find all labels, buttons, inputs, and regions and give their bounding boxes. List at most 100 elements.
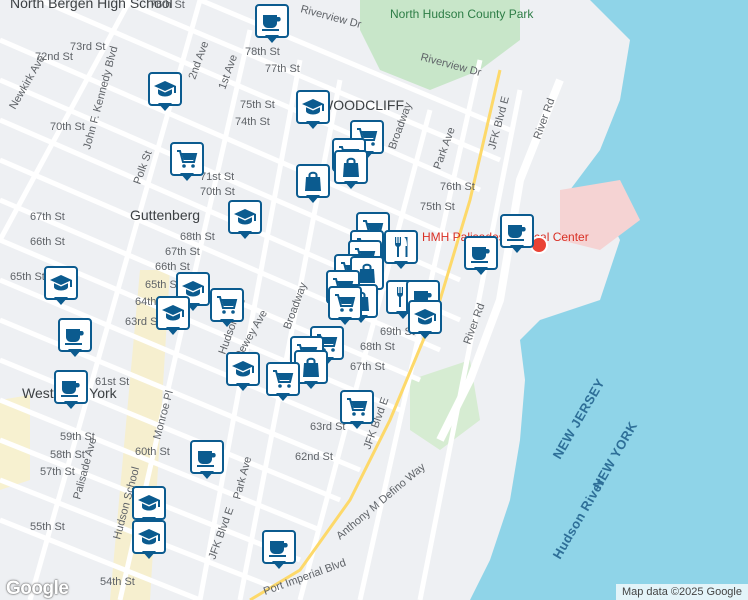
pin-tail: [54, 297, 68, 305]
pin-tail: [166, 327, 180, 335]
svg-text:62nd St: 62nd St: [295, 451, 333, 463]
svg-text:57th St: 57th St: [40, 466, 75, 478]
shopping-cart-pin[interactable]: [210, 288, 244, 328]
shopping-bag-icon: [334, 150, 368, 184]
pin-tail: [306, 121, 320, 129]
pin-tail: [238, 231, 252, 239]
shopping-cart-pin[interactable]: [340, 390, 374, 430]
coffee-icon: [500, 214, 534, 248]
shopping-cart-pin[interactable]: [266, 362, 300, 402]
pin-tail: [474, 267, 488, 275]
pin-tail: [142, 551, 156, 559]
coffee-pin[interactable]: [262, 530, 296, 570]
pin-tail: [68, 349, 82, 357]
coffee-pin[interactable]: [500, 214, 534, 254]
svg-text:75th St: 75th St: [420, 201, 455, 213]
map-attribution[interactable]: Map data ©2025 Google: [615, 584, 748, 600]
pin-tail: [276, 393, 290, 401]
svg-text:74th St: 74th St: [235, 116, 270, 128]
school-pin[interactable]: [408, 300, 442, 340]
svg-text:River Rd: River Rd: [532, 97, 558, 141]
pin-tail: [64, 401, 78, 409]
pin-tail: [200, 471, 214, 479]
school-icon: [148, 72, 182, 106]
school-pin[interactable]: [44, 266, 78, 306]
shopping-bag-pin[interactable]: [296, 164, 330, 204]
svg-text:70th St: 70th St: [200, 186, 235, 198]
svg-text:58th St: 58th St: [50, 449, 85, 461]
coffee-pin[interactable]: [255, 4, 289, 44]
coffee-icon: [58, 318, 92, 352]
pin-tail: [272, 561, 286, 569]
coffee-pin[interactable]: [54, 370, 88, 410]
coffee-pin[interactable]: [190, 440, 224, 480]
pin-tail: [158, 103, 172, 111]
pin-tail: [350, 421, 364, 429]
svg-text:76th St: 76th St: [440, 181, 475, 193]
svg-text:67th St: 67th St: [350, 361, 385, 373]
pin-tail: [510, 245, 524, 253]
svg-text:76th St: 76th St: [150, 0, 185, 11]
pin-tail: [306, 195, 320, 203]
pin-tail: [180, 173, 194, 181]
pin-tail: [418, 331, 432, 339]
school-icon: [228, 200, 262, 234]
svg-text:67th St: 67th St: [165, 246, 200, 258]
map-canvas[interactable]: North Bergen High School North Hudson Co…: [0, 0, 748, 600]
restaurant-icon: [384, 230, 418, 264]
school-icon: [156, 296, 190, 330]
school-pin[interactable]: [296, 90, 330, 130]
pin-tail: [344, 181, 358, 189]
pin-tail: [265, 35, 279, 43]
coffee-pin[interactable]: [58, 318, 92, 358]
svg-text:61st St: 61st St: [95, 376, 129, 388]
street-grid: [0, 0, 523, 600]
school-pin[interactable]: [226, 352, 260, 392]
svg-text:65th St: 65th St: [145, 279, 180, 291]
svg-text:Park Ave: Park Ave: [231, 455, 254, 500]
coffee-icon: [262, 530, 296, 564]
shopping-bag-pin[interactable]: [334, 150, 368, 190]
svg-text:77th St: 77th St: [265, 63, 300, 75]
school-icon: [44, 266, 78, 300]
shopping-cart-icon: [328, 286, 362, 320]
svg-text:66th St: 66th St: [30, 236, 65, 248]
hudson-river: [470, 0, 748, 600]
shopping-cart-icon: [210, 288, 244, 322]
svg-text:67th St: 67th St: [30, 211, 65, 223]
school-icon: [132, 486, 166, 520]
svg-text:68th St: 68th St: [180, 231, 215, 243]
pin-tail: [304, 381, 318, 389]
guttenberg-label: Guttenberg: [130, 207, 200, 223]
shopping-cart-pin[interactable]: [170, 142, 204, 182]
school-pin[interactable]: [148, 72, 182, 112]
school-pin[interactable]: [132, 520, 166, 560]
coffee-icon: [54, 370, 88, 404]
coffee-icon: [190, 440, 224, 474]
pin-tail: [220, 319, 234, 327]
google-logo: Google: [6, 578, 69, 599]
svg-text:73rd St: 73rd St: [70, 41, 105, 53]
coffee-icon: [464, 236, 498, 270]
school-icon: [408, 300, 442, 334]
pin-tail: [236, 383, 250, 391]
shopping-bag-icon: [296, 164, 330, 198]
svg-text:71st St: 71st St: [200, 171, 234, 183]
svg-text:54th St: 54th St: [100, 576, 135, 588]
shopping-cart-icon: [170, 142, 204, 176]
svg-text:Riverview Dr: Riverview Dr: [299, 3, 363, 31]
restaurant-pin[interactable]: [384, 230, 418, 270]
coffee-pin[interactable]: [464, 236, 498, 276]
pin-tail: [338, 317, 352, 325]
coffee-icon: [255, 4, 289, 38]
shopping-cart-pin[interactable]: [328, 286, 362, 326]
svg-text:Newkirk Ave: Newkirk Ave: [7, 53, 48, 111]
school-pin[interactable]: [228, 200, 262, 240]
school-icon: [132, 520, 166, 554]
school-icon: [226, 352, 260, 386]
pin-tail: [394, 261, 408, 269]
svg-text:65th St: 65th St: [10, 271, 45, 283]
park-label: North Hudson County Park: [390, 7, 534, 21]
school-pin[interactable]: [156, 296, 190, 336]
svg-text:60th St: 60th St: [135, 446, 170, 458]
